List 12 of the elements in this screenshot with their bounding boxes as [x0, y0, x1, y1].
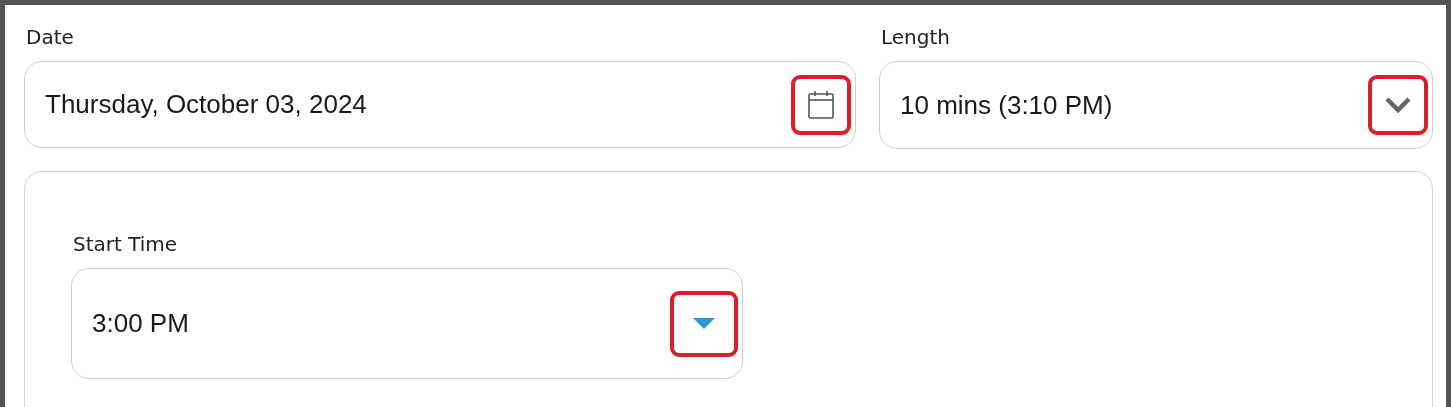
calendar-icon — [807, 89, 835, 120]
field-value: 3:00 PM — [92, 308, 189, 339]
field-label: Date — [26, 25, 74, 49]
time-select-field[interactable]: 3:00 PM — [71, 268, 743, 379]
field-value: Thursday, October 03, 2024 — [45, 89, 367, 120]
date-field[interactable]: Thursday, October 03, 2024 — [24, 61, 856, 148]
caret-down-icon — [693, 317, 715, 330]
chevron-down-icon — [1384, 96, 1412, 114]
field-label: Length — [881, 25, 950, 49]
dropdown-field[interactable]: 10 mins (3:10 PM) — [879, 61, 1433, 149]
field-label: Start Time — [73, 232, 178, 256]
field-value: 10 mins (3:10 PM) — [900, 89, 1113, 121]
